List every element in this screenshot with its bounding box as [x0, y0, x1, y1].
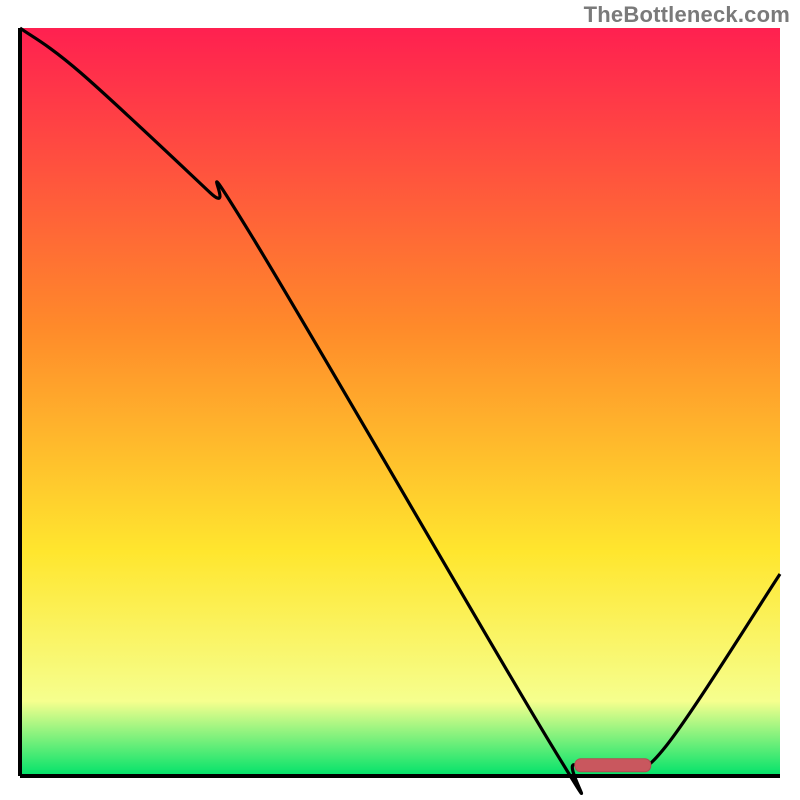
chart-container: TheBottleneck.com [0, 0, 800, 800]
bottleneck-chart [0, 0, 800, 800]
optimal-marker [575, 759, 651, 772]
plot-gradient-bg [20, 28, 780, 776]
